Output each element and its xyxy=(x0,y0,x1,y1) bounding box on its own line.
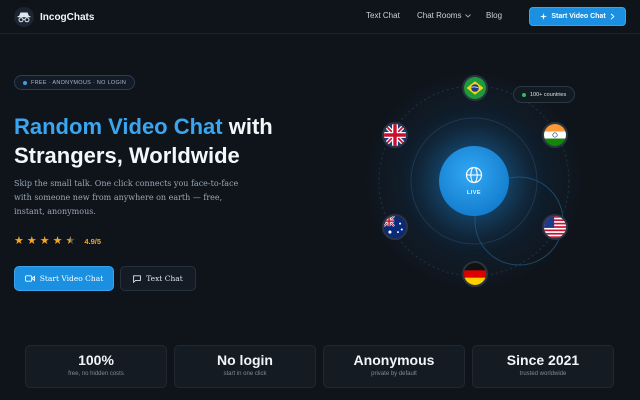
badge-text: FREE · ANONYMOUS · NO LOGIN xyxy=(31,79,127,86)
start-video-chat-label: Start Video Chat xyxy=(39,274,104,283)
nav-link-blog[interactable]: Blog xyxy=(486,11,502,20)
australia-flag-icon xyxy=(382,214,408,240)
star-half-icon: ★ xyxy=(65,235,76,247)
live-label: LIVE xyxy=(466,190,482,196)
nav-link-label: Chat Rooms xyxy=(417,11,462,20)
stat-card-since: Since 2021 trusted worldwide xyxy=(472,345,614,388)
stat-label: trusted worldwide xyxy=(519,371,567,377)
stat-card-free: 100% free, no hidden costs xyxy=(25,345,167,388)
live-globe-button[interactable]: LIVE xyxy=(439,146,509,216)
globe-icon xyxy=(465,166,483,184)
start-video-chat-button[interactable]: Start Video Chat xyxy=(14,266,114,291)
top-nav: IncogChats Text Chat Chat Rooms Blog Sta… xyxy=(0,0,640,34)
badge-dot-icon xyxy=(23,80,27,85)
india-flag-icon xyxy=(542,122,568,148)
chevron-down-icon xyxy=(465,13,472,18)
star-icon: ★ xyxy=(14,235,24,247)
text-chat-button[interactable]: Text Chat xyxy=(120,266,196,291)
germany-flag-icon xyxy=(462,261,488,287)
countries-pill: 100+ countries xyxy=(513,86,576,103)
nav-start-video-chat-button[interactable]: Start Video Chat xyxy=(529,7,626,26)
brazil-flag-icon xyxy=(462,75,488,101)
star-icon: ★ xyxy=(39,235,50,247)
sparkle-icon xyxy=(540,13,548,20)
hero-badge: FREE · ANONYMOUS · NO LOGIN xyxy=(14,75,136,90)
hero-title-with: with xyxy=(222,114,273,139)
stat-value: No login xyxy=(217,352,273,368)
stat-card-no-login: No login start in one click xyxy=(174,345,316,388)
stat-label: free, no hidden costs xyxy=(68,371,124,377)
nav-link-chat-rooms[interactable]: Chat Rooms xyxy=(417,11,472,20)
hero-subtitle: Skip the small talk. One click connects … xyxy=(14,179,239,216)
stat-label: start in one click xyxy=(223,371,267,377)
star-icon: ★ xyxy=(52,235,63,247)
brand-logo[interactable]: IncogChats xyxy=(14,7,94,27)
hero-title-accent: Random Video Chat xyxy=(14,114,223,139)
incognito-icon xyxy=(14,7,34,27)
hero-title: Random Video Chat with Strangers, Worldw… xyxy=(14,112,273,170)
rating-value: 4.9/5 xyxy=(84,237,102,246)
uk-flag-icon xyxy=(382,122,408,148)
stat-card-anonymous: Anonymous private by default xyxy=(323,345,465,388)
stat-label: private by default xyxy=(371,371,417,377)
stat-value: Anonymous xyxy=(353,352,435,368)
stat-value: 100% xyxy=(78,352,114,368)
chevron-right-icon xyxy=(610,13,615,20)
star-icon: ★ xyxy=(26,235,37,247)
chat-bubble-icon xyxy=(133,274,142,283)
stat-value: Since 2021 xyxy=(506,352,580,368)
hero-title-line2: Strangers, Worldwide xyxy=(14,143,240,168)
nav-cta-label: Start Video Chat xyxy=(551,13,606,20)
countries-label: 100+ countries xyxy=(530,91,567,98)
nav-link-text-chat[interactable]: Text Chat xyxy=(366,11,400,20)
rating: ★ ★ ★ ★ ★ 4.9/5 xyxy=(14,236,101,247)
video-camera-icon xyxy=(24,275,35,282)
brand-name: IncogChats xyxy=(40,11,95,23)
text-chat-label: Text Chat xyxy=(146,274,183,283)
online-dot-icon xyxy=(522,92,526,97)
usa-flag-icon xyxy=(542,214,568,240)
